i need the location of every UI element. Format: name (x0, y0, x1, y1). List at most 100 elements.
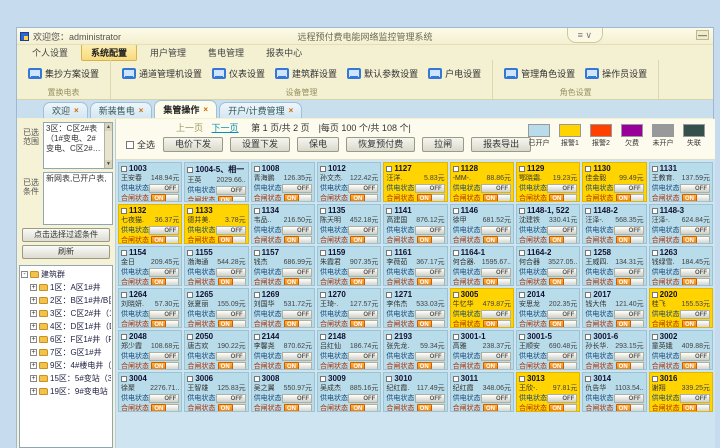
menu-item-报表中心[interactable]: 报表中心 (257, 45, 311, 60)
next-page-link[interactable]: 下一页 (212, 123, 239, 133)
on-button[interactable]: ON (417, 278, 432, 287)
breaker-on-toggle[interactable]: ON (682, 278, 710, 287)
card-checkbox[interactable] (519, 376, 525, 382)
card-checkbox[interactable] (320, 292, 326, 298)
breaker-on-toggle[interactable]: ON (417, 194, 445, 203)
on-button[interactable]: ON (350, 194, 365, 203)
supply-off-toggle[interactable]: OFF (547, 310, 577, 319)
supply-off-toggle[interactable]: OFF (547, 184, 577, 193)
card-checkbox[interactable] (519, 250, 525, 256)
breaker-on-toggle[interactable]: ON (284, 194, 312, 203)
breaker-on-toggle[interactable]: ON (350, 404, 378, 413)
on-button[interactable]: ON (483, 404, 498, 413)
supply-off-toggle[interactable]: OFF (282, 268, 312, 277)
on-button[interactable]: ON (483, 362, 498, 371)
supply-off-toggle[interactable]: OFF (680, 394, 710, 403)
menu-item-系统配置[interactable]: 系统配置 (81, 44, 137, 61)
supply-off-toggle[interactable]: OFF (614, 226, 644, 235)
card-checkbox[interactable] (519, 334, 525, 340)
select-all-checkbox[interactable] (126, 141, 134, 149)
supply-off-toggle[interactable]: OFF (415, 310, 445, 319)
on-button[interactable]: ON (616, 362, 631, 371)
breaker-on-toggle[interactable]: ON (549, 194, 577, 203)
supply-off-toggle[interactable]: OFF (282, 226, 312, 235)
card-checkbox[interactable] (652, 250, 658, 256)
on-button[interactable]: ON (350, 362, 365, 371)
ribbon-button[interactable]: 仪表设置 (207, 64, 270, 83)
breaker-on-toggle[interactable]: ON (350, 320, 378, 329)
supply-off-toggle[interactable]: OFF (547, 352, 577, 361)
supply-off-toggle[interactable]: OFF (680, 226, 710, 235)
breaker-on-toggle[interactable]: ON (616, 404, 644, 413)
on-button[interactable]: ON (549, 278, 564, 287)
breaker-on-toggle[interactable]: ON (616, 278, 644, 287)
breaker-on-toggle[interactable]: ON (350, 278, 378, 287)
breaker-on-toggle[interactable]: ON (483, 236, 511, 245)
card-checkbox[interactable] (121, 250, 127, 256)
supply-off-toggle[interactable]: OFF (282, 184, 312, 193)
on-button[interactable]: ON (218, 320, 233, 329)
selected-condition-box[interactable]: 新网表,已开户表, (43, 172, 113, 225)
breaker-on-toggle[interactable]: ON (151, 194, 179, 203)
toolbar-button-拉闸[interactable]: 拉闸 (422, 137, 464, 152)
tab-开户/计费管理[interactable]: 开户/计费管理× (219, 102, 302, 118)
supply-off-toggle[interactable]: OFF (614, 310, 644, 319)
breaker-on-toggle[interactable]: ON (417, 278, 445, 287)
supply-off-toggle[interactable]: OFF (216, 268, 246, 277)
tree-root[interactable]: -建筑群 (21, 268, 111, 281)
toolbar-button-恢复预付费[interactable]: 恢复预付费 (346, 137, 415, 152)
on-button[interactable]: ON (417, 404, 432, 413)
tree-item[interactable]: +3区：C区2#井（1#变… (21, 307, 111, 320)
on-button[interactable]: ON (682, 194, 697, 203)
supply-off-toggle[interactable]: OFF (680, 352, 710, 361)
breaker-on-toggle[interactable]: ON (483, 278, 511, 287)
card-checkbox[interactable] (652, 376, 658, 382)
breaker-on-toggle[interactable]: ON (417, 404, 445, 413)
breaker-on-toggle[interactable]: ON (284, 404, 312, 413)
card-checkbox[interactable] (386, 208, 392, 214)
on-button[interactable]: ON (284, 278, 299, 287)
expand-icon[interactable]: + (30, 336, 37, 343)
on-button[interactable]: ON (483, 278, 498, 287)
card-checkbox[interactable] (453, 166, 459, 172)
card-checkbox[interactable] (187, 334, 193, 340)
on-button[interactable]: ON (549, 362, 564, 371)
supply-off-toggle[interactable]: OFF (348, 184, 378, 193)
on-button[interactable]: ON (616, 236, 631, 245)
breaker-on-toggle[interactable]: ON (483, 194, 511, 203)
supply-off-toggle[interactable]: OFF (415, 268, 445, 277)
on-button[interactable]: ON (151, 236, 166, 245)
tab-close-icon[interactable]: × (74, 106, 79, 115)
supply-off-toggle[interactable]: OFF (149, 226, 179, 235)
breaker-on-toggle[interactable]: ON (218, 362, 246, 371)
supply-off-toggle[interactable]: OFF (216, 394, 246, 403)
card-checkbox[interactable] (519, 166, 525, 172)
breaker-on-toggle[interactable]: ON (350, 236, 378, 245)
tree-item[interactable]: +19区：9#变电站（2#… (21, 385, 111, 398)
on-button[interactable]: ON (284, 236, 299, 245)
breaker-on-toggle[interactable]: ON (549, 320, 577, 329)
card-checkbox[interactable] (121, 166, 127, 172)
breaker-on-toggle[interactable]: ON (549, 362, 577, 371)
tree-item[interactable]: +4区：D区1#井（D区1… (21, 320, 111, 333)
card-checkbox[interactable] (585, 250, 591, 256)
ribbon-button[interactable]: 集抄方案设置 (23, 64, 104, 83)
supply-off-toggle[interactable]: OFF (216, 310, 246, 319)
on-button[interactable]: ON (483, 194, 498, 203)
tab-新装售电[interactable]: 新装售电× (90, 102, 153, 118)
breaker-on-toggle[interactable]: ON (616, 362, 644, 371)
card-checkbox[interactable] (386, 250, 392, 256)
card-checkbox[interactable] (453, 376, 459, 382)
on-button[interactable]: ON (284, 194, 299, 203)
card-checkbox[interactable] (320, 376, 326, 382)
refresh-button[interactable]: 刷新 (22, 245, 110, 259)
ribbon-button[interactable]: 默认参数设置 (342, 64, 423, 83)
on-button[interactable]: ON (549, 236, 564, 245)
breaker-on-toggle[interactable]: ON (284, 278, 312, 287)
expand-icon[interactable]: + (30, 284, 37, 291)
card-checkbox[interactable] (187, 376, 193, 382)
expand-icon[interactable]: + (30, 362, 37, 369)
expand-icon[interactable]: + (30, 310, 37, 317)
card-checkbox[interactable] (121, 292, 127, 298)
supply-off-toggle[interactable]: OFF (481, 394, 511, 403)
